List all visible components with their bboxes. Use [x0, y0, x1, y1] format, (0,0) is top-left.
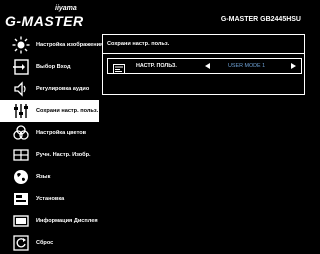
input-select-icon [12, 58, 30, 76]
menu-item-label: Настройка изображения [36, 42, 104, 48]
globe-icon [12, 168, 30, 186]
menu-item-label: Выбор Вход [36, 64, 71, 70]
submenu-panel: Сохрани настр. польз. НАСТР. ПОЛЬЗ. USER… [102, 34, 305, 95]
submenu-title: Сохрани настр. польз. [107, 41, 170, 47]
model-name: G-MASTER GB2445HSU [220, 16, 301, 23]
speaker-icon [12, 80, 30, 98]
menu-item-color-settings[interactable]: Настройка цветов [0, 122, 99, 144]
setup-icon [12, 190, 30, 208]
menu-item-label: Установка [36, 196, 65, 202]
reset-icon [12, 234, 30, 252]
sliders-icon [12, 102, 30, 120]
brand-logo: iiyama G-MASTER [5, 5, 85, 33]
menu-item-setup[interactable]: Установка [0, 188, 99, 210]
menu-item-picture-adjust[interactable]: Настройка изображения [0, 34, 103, 56]
menu-item-save-user-settings[interactable]: Сохрани настр. польз. [0, 100, 99, 122]
display-info-icon [12, 212, 30, 230]
sun-icon [12, 36, 30, 54]
user-settings-label: НАСТР. ПОЛЬЗ. [136, 63, 177, 69]
color-circles-icon [12, 124, 30, 142]
menu-item-label: Сброс [36, 240, 54, 246]
arrow-right-icon[interactable] [291, 63, 296, 69]
manual-image-icon [12, 146, 30, 164]
submenu-divider [103, 53, 304, 54]
menu-item-label: Информация Дисплея [36, 218, 98, 224]
user-mode-value: USER MODE 1 [228, 63, 266, 69]
menu-item-input-select[interactable]: Выбор Вход [0, 56, 99, 78]
user-settings-icon [113, 61, 125, 74]
menu-item-label: Настройка цветов [36, 130, 87, 136]
osd-sidebar: Настройка изображения Выбор Вход Регулир… [0, 34, 103, 252]
menu-item-label: Сохрани настр. польз. [36, 108, 99, 114]
iiyama-logo-text: iiyama [55, 5, 77, 12]
menu-item-language[interactable]: Язык [0, 166, 99, 188]
menu-item-label: Язык [36, 174, 51, 180]
menu-item-display-info[interactable]: Информация Дисплея [0, 210, 99, 232]
arrow-left-icon[interactable] [205, 63, 210, 69]
user-settings-row[interactable]: НАСТР. ПОЛЬЗ. USER MODE 1 [107, 58, 302, 74]
menu-item-label: Ручн. Настр. Изобр. [36, 152, 91, 158]
menu-item-manual-image-adjust[interactable]: Ручн. Настр. Изобр. [0, 144, 99, 166]
gmaster-logo-text: G-MASTER [5, 13, 84, 29]
menu-item-label: Регулировка аудио [36, 86, 90, 92]
menu-item-audio-adjust[interactable]: Регулировка аудио [0, 78, 99, 100]
